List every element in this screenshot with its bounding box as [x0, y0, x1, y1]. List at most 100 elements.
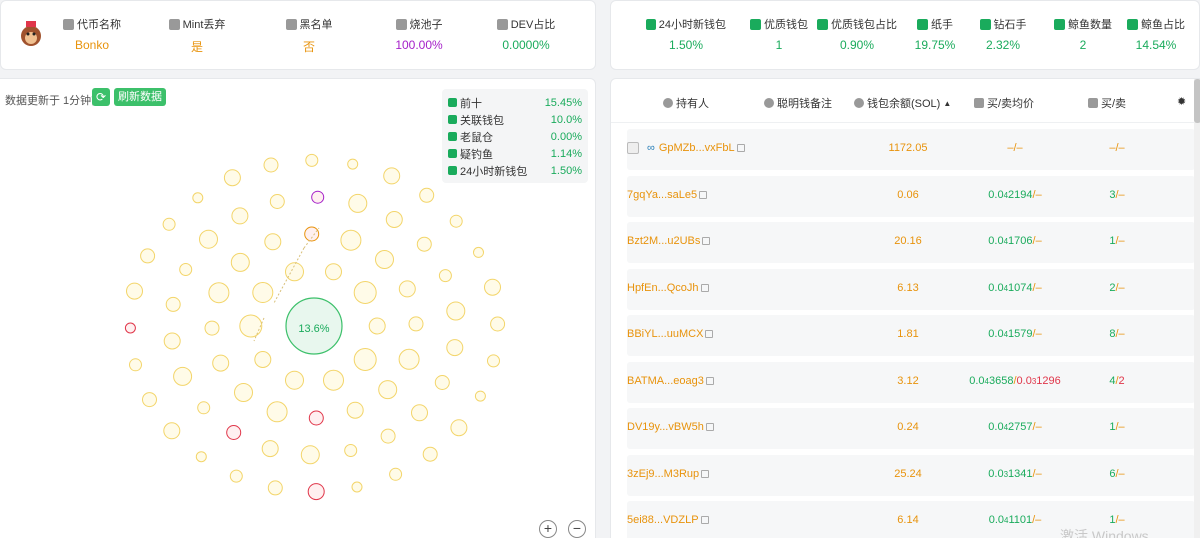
zoom-out-button[interactable]: −: [568, 520, 586, 538]
holder-bubble[interactable]: [124, 322, 136, 334]
refresh-data-button[interactable]: 刷新数据: [114, 88, 166, 106]
holder-bubble[interactable]: [385, 211, 403, 228]
holder-bubble[interactable]: [304, 226, 320, 242]
holder-address[interactable]: BATMA...eoag3: [627, 375, 714, 387]
holder-bubble[interactable]: [473, 246, 484, 258]
holder-bubble[interactable]: [126, 282, 143, 300]
copy-icon[interactable]: [700, 516, 709, 524]
holder-bubble[interactable]: [266, 401, 288, 423]
holder-bubble[interactable]: [484, 278, 501, 296]
holder-bubble[interactable]: [449, 214, 463, 228]
holder-bubble[interactable]: [344, 444, 358, 457]
holder-bubble[interactable]: [263, 157, 279, 173]
holder-bubble[interactable]: [129, 358, 142, 372]
holder-bubble[interactable]: [378, 380, 398, 400]
holder-bubble[interactable]: [411, 404, 428, 422]
holder-bubble[interactable]: [199, 229, 218, 249]
holder-bubble[interactable]: [162, 217, 176, 231]
holder-bubble[interactable]: [229, 469, 243, 483]
holder-bubble[interactable]: [305, 153, 319, 167]
copy-icon[interactable]: [700, 283, 709, 292]
holder-bubble[interactable]: [163, 332, 181, 350]
holder-bubble[interactable]: [353, 348, 377, 371]
holder-bubble[interactable]: [261, 440, 279, 458]
holder-bubble[interactable]: [487, 354, 500, 368]
holder-bubble[interactable]: [348, 193, 368, 213]
holder-bubble[interactable]: [438, 269, 452, 283]
holder-bubble[interactable]: [347, 158, 359, 170]
holder-bubble[interactable]: [375, 250, 394, 269]
holder-bubble[interactable]: [254, 351, 272, 368]
zoom-in-button[interactable]: +: [539, 520, 557, 538]
table-row[interactable]: DV19y...vBW5h 0.24 0.042757/– 1/–: [627, 408, 1195, 449]
holder-bubble[interactable]: [380, 428, 396, 444]
refresh-icon-button[interactable]: ⟳: [92, 88, 110, 106]
holder-bubble[interactable]: [179, 263, 193, 276]
holder-bubble[interactable]: [208, 282, 230, 304]
holder-bubble[interactable]: [195, 451, 207, 463]
holder-bubble[interactable]: [422, 446, 438, 462]
holder-bubble[interactable]: [163, 422, 181, 440]
scrollbar-thumb[interactable]: [1194, 79, 1200, 123]
holder-bubble[interactable]: [408, 316, 424, 332]
holder-bubble[interactable]: [308, 410, 324, 426]
holder-bubble[interactable]: [307, 483, 325, 501]
holder-bubble[interactable]: [351, 481, 363, 493]
holder-bubble[interactable]: [311, 190, 325, 204]
holder-address[interactable]: BBiYL...uuMCX: [627, 328, 714, 340]
holder-address[interactable]: DV19y...vBW5h: [627, 421, 714, 433]
holder-bubble[interactable]: [398, 280, 416, 298]
holder-address[interactable]: 7gqYa...saLe5: [627, 189, 708, 201]
copy-icon[interactable]: [736, 144, 745, 152]
holder-bubble[interactable]: [234, 383, 253, 402]
holder-bubble[interactable]: [416, 236, 432, 252]
holder-bubble[interactable]: [285, 370, 304, 390]
holder-bubble[interactable]: [490, 316, 506, 332]
column-smart-note[interactable]: 聪明钱备注: [764, 95, 832, 111]
holder-bubble[interactable]: [446, 339, 464, 357]
holder-address[interactable]: 3zEj9...M3Rup: [627, 468, 710, 480]
holder-bubble[interactable]: [192, 192, 204, 204]
holder-bubble[interactable]: [231, 207, 249, 225]
copy-icon[interactable]: [701, 469, 710, 478]
holder-bubble[interactable]: [340, 229, 362, 251]
holder-bubble[interactable]: [226, 425, 242, 440]
holder-address[interactable]: Bzt2M...u2UBs: [627, 235, 711, 247]
legend-row[interactable]: 关联钱包 10.0%: [448, 111, 582, 128]
holder-bubble[interactable]: [368, 317, 386, 335]
holder-bubble[interactable]: [223, 169, 241, 187]
holder-bubble[interactable]: [173, 366, 193, 386]
holder-bubble[interactable]: [323, 369, 344, 391]
settings-gear-icon[interactable]: ✹: [1177, 95, 1186, 108]
column-avg-price[interactable]: 买/卖均价: [974, 95, 1034, 111]
holder-bubble[interactable]: [230, 252, 250, 272]
holder-bubble[interactable]: [165, 296, 181, 312]
holder-bubble[interactable]: [300, 445, 320, 465]
table-row[interactable]: ∞ GpMZb...vxFbL 1172.05 –/– –/–: [627, 129, 1195, 170]
table-row[interactable]: 7gqYa...saLe5 0.06 0.042194/– 3/–: [627, 175, 1195, 217]
holder-bubble[interactable]: [267, 480, 283, 496]
column-holder[interactable]: 持有人: [663, 95, 709, 111]
holder-bubble[interactable]: [252, 282, 274, 303]
holder-bubble[interactable]: [140, 248, 156, 264]
legend-row[interactable]: 老鼠仓 0.00%: [448, 128, 582, 145]
copy-icon[interactable]: [702, 237, 711, 245]
scrollbar[interactable]: [1194, 79, 1200, 538]
holder-bubble[interactable]: [285, 262, 304, 282]
legend-row[interactable]: 24小时新钱包 1.50%: [448, 162, 582, 179]
table-row[interactable]: BBiYL...uuMCX 1.81 0.041579/– 8/–: [627, 315, 1195, 356]
holder-bubble[interactable]: [264, 233, 282, 251]
holder-bubble[interactable]: [398, 348, 420, 370]
copy-icon[interactable]: [705, 376, 714, 385]
copy-icon[interactable]: [699, 190, 708, 199]
holder-bubble[interactable]: [142, 392, 157, 408]
holder-bubble[interactable]: [389, 467, 403, 481]
holder-bubble[interactable]: [325, 263, 342, 281]
holder-bubble[interactable]: [269, 194, 285, 209]
holder-bubble[interactable]: [239, 314, 263, 338]
holder-address[interactable]: HpfEn...QcoJh: [627, 282, 709, 294]
holder-bubble[interactable]: [419, 187, 435, 203]
holder-bubble[interactable]: [450, 419, 468, 437]
holder-address[interactable]: 5ei88...VDZLP: [627, 514, 709, 526]
table-row[interactable]: BATMA...eoag3 3.12 0.043658/0.031296 4/2: [627, 361, 1195, 403]
